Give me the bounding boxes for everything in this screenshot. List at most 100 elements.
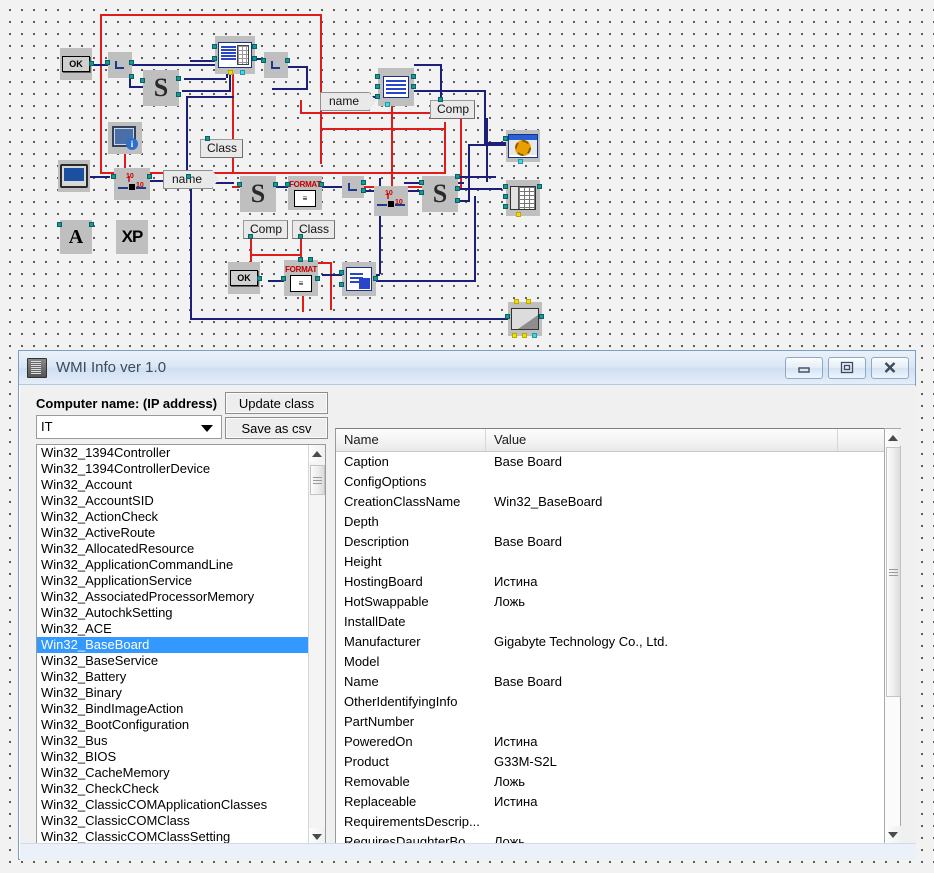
list-item[interactable]: Win32_ACE bbox=[37, 621, 325, 637]
properties-grid[interactable]: Name Value Caption Base Board ConfigOption… bbox=[335, 428, 900, 844]
node-port[interactable] bbox=[285, 182, 290, 187]
column-header-name[interactable]: Name bbox=[336, 429, 486, 451]
list-item[interactable]: Win32_BindImageAction bbox=[37, 701, 325, 717]
monitor-node[interactable] bbox=[58, 160, 90, 192]
node-port[interactable] bbox=[129, 74, 134, 79]
list-item[interactable]: Win32_1394Controller bbox=[37, 445, 325, 461]
node-port[interactable] bbox=[105, 60, 110, 65]
node-port[interactable] bbox=[140, 78, 145, 83]
update-class-button[interactable]: Update class bbox=[225, 392, 328, 414]
format-node-2[interactable]: FORMAT ≡ bbox=[284, 260, 318, 296]
node-port[interactable] bbox=[438, 97, 443, 102]
node-port[interactable] bbox=[257, 276, 262, 281]
list-item[interactable]: Win32_CacheMemory bbox=[37, 765, 325, 781]
list-item[interactable]: Win32_ClassicCOMClassSetting bbox=[37, 829, 325, 843]
scroll-up-button[interactable] bbox=[309, 445, 325, 462]
table-row[interactable]: OtherIdentifyingInfo bbox=[336, 692, 899, 712]
list-item[interactable]: Win32_AllocatedResource bbox=[37, 541, 325, 557]
node-port-yellow[interactable] bbox=[228, 70, 233, 75]
table-row[interactable]: Product G33M-S2L bbox=[336, 752, 899, 772]
node-port[interactable] bbox=[411, 74, 416, 79]
node-port[interactable] bbox=[505, 314, 510, 319]
node-port[interactable] bbox=[375, 74, 380, 79]
ok-button-node[interactable]: OK bbox=[60, 48, 92, 80]
table-row[interactable]: CreationClassName Win32_BaseBoard bbox=[336, 492, 899, 512]
table-row[interactable]: Description Base Board bbox=[336, 532, 899, 552]
node-port[interactable] bbox=[419, 190, 424, 195]
scroll-thumb[interactable] bbox=[310, 465, 325, 495]
node-port[interactable] bbox=[176, 76, 181, 81]
node-port[interactable] bbox=[503, 194, 508, 199]
list-item[interactable]: Win32_Bus bbox=[37, 733, 325, 749]
node-port-yellow[interactable] bbox=[512, 333, 517, 338]
list-item[interactable]: Win32_AutochkSetting bbox=[37, 605, 325, 621]
node-port[interactable] bbox=[419, 180, 424, 185]
node-port[interactable] bbox=[503, 184, 508, 189]
ok-button-node-2[interactable]: OK bbox=[228, 262, 260, 294]
script-node[interactable]: S bbox=[143, 70, 179, 106]
table-row[interactable]: Name Base Board bbox=[336, 672, 899, 692]
node-port[interactable] bbox=[298, 257, 303, 262]
node-port[interactable] bbox=[455, 186, 460, 191]
node-port[interactable] bbox=[361, 188, 366, 193]
table-row[interactable]: Model bbox=[336, 652, 899, 672]
node-port[interactable] bbox=[147, 174, 152, 179]
list-item[interactable]: Win32_AssociatedProcessorMemory bbox=[37, 589, 325, 605]
list-item[interactable]: Win32_ApplicationCommandLine bbox=[37, 557, 325, 573]
window-titlebar[interactable]: WMI Info ver 1.0 bbox=[19, 351, 915, 385]
elbow-node-2[interactable] bbox=[264, 52, 288, 78]
node-port[interactable] bbox=[111, 174, 116, 179]
list-item[interactable]: Win32_Account bbox=[37, 477, 325, 493]
label-name-1[interactable]: name bbox=[320, 92, 377, 111]
label-class-1[interactable]: Class bbox=[200, 139, 244, 158]
save-node[interactable] bbox=[342, 262, 376, 296]
text-node-a[interactable]: A bbox=[60, 220, 92, 254]
node-port-cyan[interactable] bbox=[240, 70, 245, 75]
list-node[interactable] bbox=[378, 68, 414, 106]
scroll-thumb[interactable] bbox=[886, 447, 901, 697]
list-item[interactable]: Win32_ActionCheck bbox=[37, 509, 325, 525]
table-row[interactable]: Replaceable Истина bbox=[336, 792, 899, 812]
table-row[interactable]: Depth bbox=[336, 512, 899, 532]
info-node[interactable]: i bbox=[108, 122, 142, 154]
chart-node[interactable] bbox=[508, 302, 542, 336]
column-header-value[interactable]: Value bbox=[486, 429, 838, 451]
node-port[interactable] bbox=[373, 276, 378, 281]
node-port[interactable] bbox=[503, 204, 508, 209]
node-port[interactable] bbox=[361, 180, 366, 185]
node-port[interactable] bbox=[339, 270, 344, 275]
node-port[interactable] bbox=[89, 61, 94, 66]
list-item[interactable]: Win32_1394ControllerDevice bbox=[37, 461, 325, 477]
node-port[interactable] bbox=[261, 58, 266, 63]
scroll-down-button[interactable] bbox=[885, 826, 901, 843]
table-row[interactable]: RequirementsDescrip... bbox=[336, 812, 899, 832]
list-item[interactable]: Win32_CheckCheck bbox=[37, 781, 325, 797]
table-row[interactable]: InstallDate bbox=[336, 612, 899, 632]
node-port[interactable] bbox=[315, 276, 320, 281]
list-item[interactable]: Win32_BaseService bbox=[37, 653, 325, 669]
list-item[interactable]: Win32_BootConfiguration bbox=[37, 717, 325, 733]
node-port-cyan[interactable] bbox=[385, 102, 390, 107]
close-button[interactable] bbox=[871, 356, 909, 379]
table-row[interactable]: PartNumber bbox=[336, 712, 899, 732]
format-node[interactable]: FORMAT ≡ bbox=[288, 176, 322, 210]
save-as-csv-button[interactable]: Save as csv bbox=[225, 417, 328, 439]
node-port-yellow[interactable] bbox=[522, 333, 527, 338]
node-port[interactable] bbox=[375, 84, 380, 89]
node-port[interactable] bbox=[298, 234, 303, 239]
node-port[interactable] bbox=[57, 222, 62, 227]
node-port-cyan[interactable] bbox=[532, 333, 537, 338]
table-node[interactable] bbox=[506, 180, 540, 216]
scroll-down-button[interactable] bbox=[309, 828, 325, 843]
script-node-3[interactable]: S bbox=[422, 176, 458, 212]
table-row[interactable]: Caption Base Board bbox=[336, 452, 899, 472]
node-port[interactable] bbox=[176, 92, 181, 97]
list-item[interactable]: Win32_AccountSID bbox=[37, 493, 325, 509]
node-port[interactable] bbox=[319, 182, 324, 187]
maximize-button[interactable] bbox=[828, 356, 866, 379]
node-port[interactable] bbox=[205, 136, 210, 141]
node-port[interactable] bbox=[281, 276, 286, 281]
list-item[interactable]: Win32_BIOS bbox=[37, 749, 325, 765]
node-port[interactable] bbox=[539, 314, 544, 319]
node-port[interactable] bbox=[212, 44, 217, 49]
